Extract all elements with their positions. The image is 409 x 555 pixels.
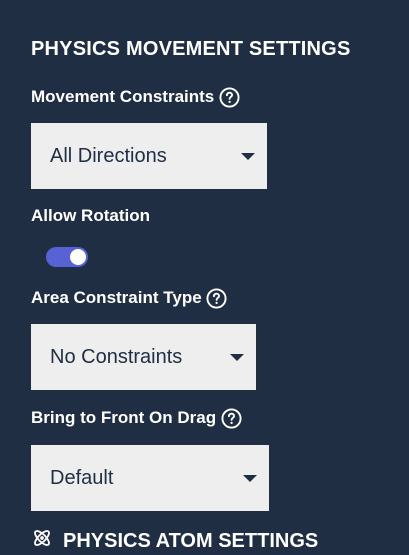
help-icon[interactable]	[220, 407, 242, 429]
allow-rotation-toggle[interactable]	[46, 247, 88, 267]
bring-to-front-label-text: Bring to Front On Drag	[31, 408, 217, 427]
toggle-knob	[70, 249, 86, 265]
movement-constraints-label-text: Movement Constraints	[31, 87, 215, 106]
help-icon[interactable]	[206, 287, 228, 309]
chevron-down-icon	[243, 475, 257, 482]
bring-to-front-label: Bring to Front On Drag	[31, 407, 242, 429]
physics-atom-title: PHYSICS ATOM SETTINGS	[63, 529, 319, 552]
chevron-down-icon	[230, 354, 244, 361]
movement-constraints-label: Movement Constraints	[31, 86, 240, 108]
movement-constraints-value: All Directions	[50, 144, 167, 167]
chevron-down-icon	[241, 153, 255, 160]
area-constraint-type-value: No Constraints	[50, 345, 183, 368]
area-constraint-type-label: Area Constraint Type	[31, 287, 228, 309]
movement-constraints-dropdown[interactable]: All Directions	[31, 123, 267, 189]
physics-movement-title: PHYSICS MOVEMENT SETTINGS	[31, 38, 351, 60]
area-constraint-type-label-text: Area Constraint Type	[31, 288, 202, 307]
atom-icon	[31, 527, 53, 555]
bring-to-front-dropdown[interactable]: Default	[31, 445, 269, 511]
allow-rotation-label: Allow Rotation	[31, 206, 150, 226]
physics-atom-section-header[interactable]: PHYSICS ATOM SETTINGS	[31, 527, 318, 555]
bring-to-front-value: Default	[50, 466, 114, 489]
allow-rotation-label-text: Allow Rotation	[31, 206, 150, 225]
help-icon[interactable]	[218, 86, 240, 108]
area-constraint-type-dropdown[interactable]: No Constraints	[31, 324, 256, 390]
